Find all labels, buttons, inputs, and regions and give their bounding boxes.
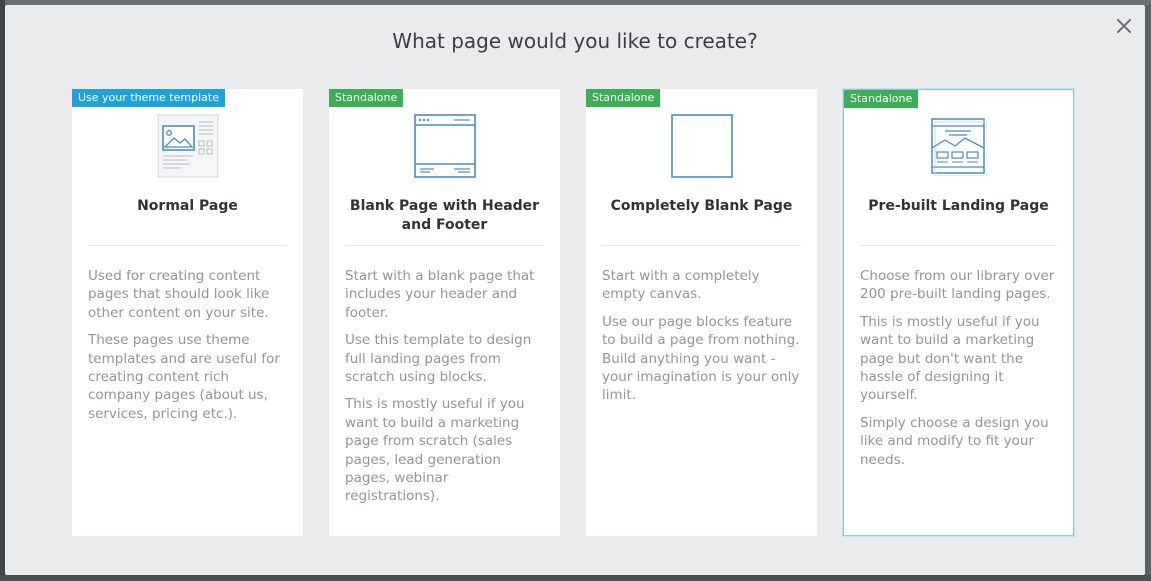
- card-title: Completely Blank Page: [610, 198, 793, 214]
- card-paragraph: Use our page blocks feature to build a p…: [602, 313, 800, 404]
- card-paragraph: This is mostly useful if you want to bui…: [345, 396, 525, 505]
- card-paragraph: Start with a blank page that includes yo…: [345, 268, 535, 321]
- card-paragraph: Simply choose a design you like and modi…: [860, 414, 1049, 468]
- badge: Standalone: [329, 89, 404, 107]
- card-paragraph: These pages use theme templates and are …: [88, 332, 280, 422]
- divider: [602, 245, 801, 246]
- divider: [345, 245, 544, 246]
- header-footer-page-icon: [413, 114, 476, 178]
- card-description: Used for creating content pages that sho…: [88, 267, 289, 432]
- card-paragraph: This is mostly useful if you want to bui…: [860, 313, 1040, 404]
- card-title: Normal Page: [137, 198, 238, 214]
- card-landing-page[interactable]: Standalone Pre-built Landing Page Choose…: [843, 89, 1074, 536]
- badge: Standalone: [586, 89, 661, 107]
- badge: Use your theme template: [72, 89, 225, 107]
- card-blank-page[interactable]: Standalone Completely Blank Page Start w…: [586, 89, 817, 536]
- create-page-modal: What page would you like to create? Use …: [5, 5, 1145, 575]
- card-paragraph: Choose from our library over 200 pre-bui…: [860, 268, 1055, 303]
- card-normal-page[interactable]: Use your theme template Normal Page Used…: [72, 89, 303, 536]
- card-paragraph: Start with a completely empty canvas.: [602, 268, 760, 303]
- backdrop-bottom: [0, 575, 1151, 581]
- divider: [88, 245, 287, 246]
- blank-page-icon: [670, 114, 733, 178]
- card-description: Start with a completely empty canvas. Us…: [602, 267, 803, 414]
- landing-page-icon: [930, 118, 987, 176]
- modal-title: What page would you like to create?: [392, 29, 758, 53]
- normal-page-icon: [157, 114, 218, 178]
- card-header-footer-page[interactable]: Standalone Blank Page with Header and Fo…: [329, 89, 560, 536]
- card-paragraph: Used for creating content pages that sho…: [88, 268, 270, 321]
- divider: [860, 245, 1057, 246]
- card-title: Pre-built Landing Page: [868, 198, 1049, 214]
- badge: Standalone: [844, 90, 919, 108]
- card-paragraph: Use this template to design full landing…: [345, 332, 532, 386]
- card-title: Blank Page with Header and Footer: [349, 198, 540, 233]
- card-description: Choose from our library over 200 pre-bui…: [860, 267, 1059, 478]
- card-description: Start with a blank page that includes yo…: [345, 267, 546, 515]
